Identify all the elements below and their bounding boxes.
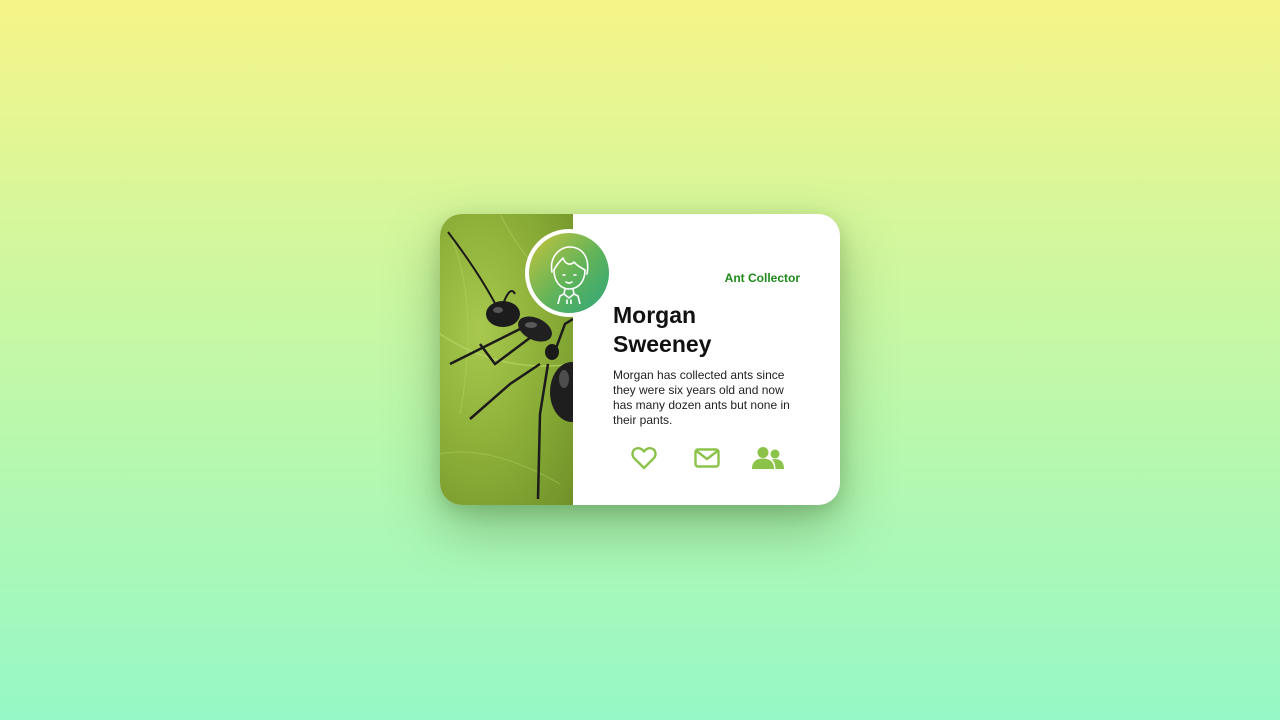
envelope-icon xyxy=(694,448,720,468)
avatar xyxy=(525,229,613,317)
friends-button[interactable] xyxy=(751,444,785,472)
users-icon xyxy=(752,447,784,469)
profile-card: Ant Collector Morgan Sweeney Morgan has … xyxy=(440,214,840,505)
first-name: Morgan xyxy=(613,302,697,328)
person-line-drawing-icon xyxy=(550,246,589,304)
last-name: Sweeney xyxy=(613,331,712,357)
avatar-circle xyxy=(529,233,609,313)
profile-name: Morgan Sweeney xyxy=(613,301,793,359)
like-button[interactable] xyxy=(628,444,660,472)
heart-icon xyxy=(631,446,657,470)
action-bar xyxy=(628,444,785,472)
role-label: Ant Collector xyxy=(724,271,800,285)
profile-bio: Morgan has collected ants since they wer… xyxy=(613,368,790,427)
message-button[interactable] xyxy=(691,444,723,472)
